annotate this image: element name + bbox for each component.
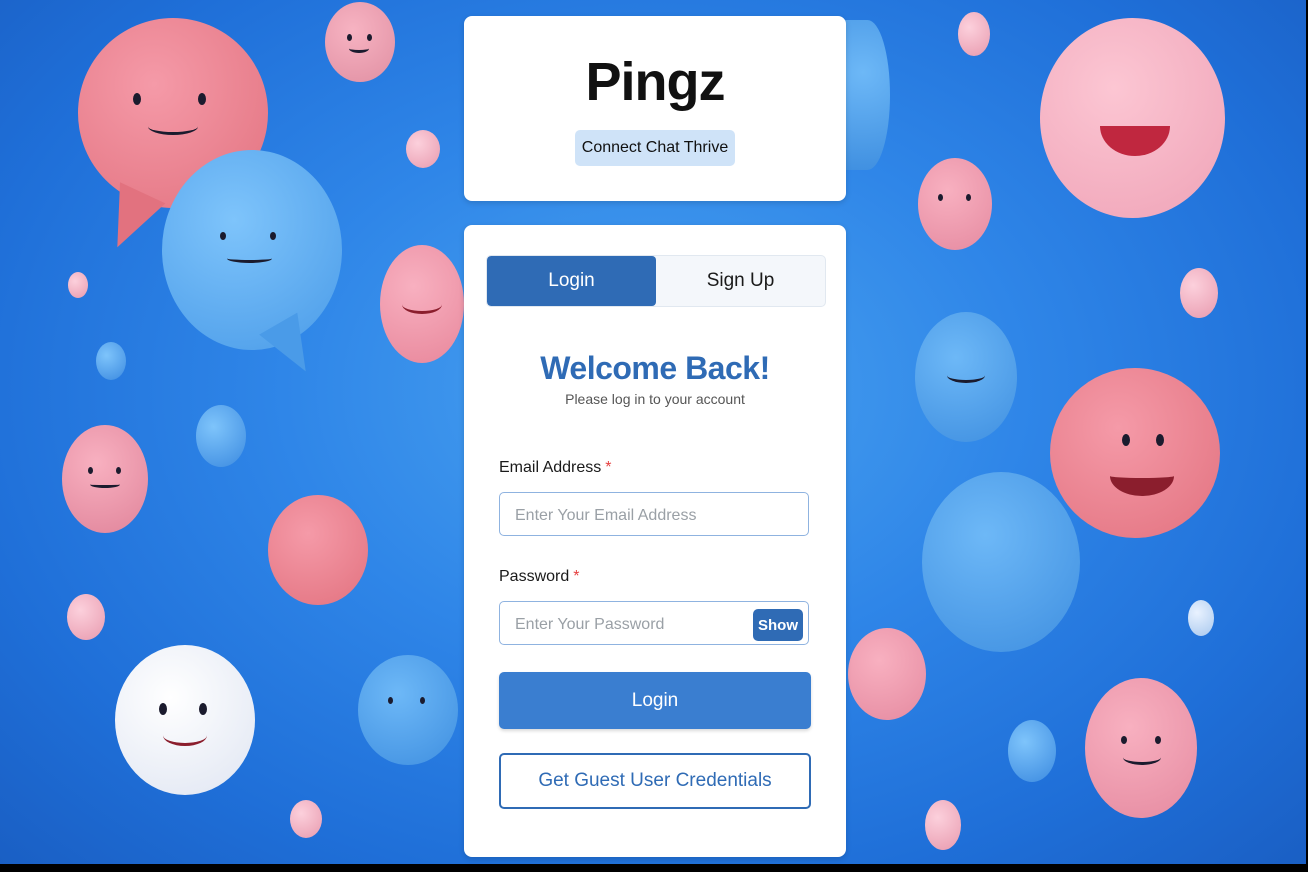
required-marker: * — [573, 568, 580, 585]
decorative-dot — [406, 130, 440, 168]
show-password-button[interactable]: Show — [753, 609, 803, 641]
decorative-dot — [290, 800, 322, 838]
blue-chat-bubble-icon — [162, 150, 342, 350]
pink-emoji-face-icon — [848, 628, 926, 720]
blue-chat-bubble-icon — [358, 655, 458, 765]
tab-sign-up[interactable]: Sign Up — [656, 256, 825, 306]
pink-emoji-face-icon — [62, 425, 148, 533]
email-label-text: Email Address — [499, 459, 602, 476]
pink-chat-bubble-icon — [268, 495, 368, 605]
pink-emoji-face-icon — [918, 158, 992, 250]
tagline-badge: Connect Chat Thrive — [574, 130, 736, 166]
blue-chat-bubble-icon — [845, 20, 890, 170]
decorative-dot — [1008, 720, 1056, 782]
pink-emoji-face-icon — [1085, 678, 1197, 818]
pink-chat-bubble-icon — [325, 2, 395, 82]
login-submit-button[interactable]: Login — [499, 672, 811, 729]
pink-chat-bubble-icon — [1040, 18, 1225, 218]
blue-chat-bubble-icon — [915, 312, 1017, 442]
decorative-dot — [67, 594, 105, 640]
email-input[interactable] — [513, 504, 757, 528]
welcome-subheading: Please log in to your account — [565, 391, 745, 407]
decorative-dot — [68, 272, 88, 298]
auth-tabs: Login Sign Up — [486, 255, 826, 307]
branding-card: Pingz Connect Chat Thrive — [464, 16, 846, 201]
decorative-dot — [925, 800, 961, 850]
guest-credentials-button[interactable]: Get Guest User Credentials — [499, 753, 811, 809]
app-title: Pingz — [585, 52, 726, 112]
blue-chat-bubble-icon — [922, 472, 1080, 652]
required-marker: * — [605, 459, 612, 476]
pink-chat-bubble-icon — [1050, 368, 1220, 538]
pink-emoji-face-icon — [380, 245, 464, 363]
decorative-dot — [196, 405, 246, 467]
white-chat-bubble-icon — [115, 645, 255, 795]
decorative-dot — [1188, 600, 1214, 636]
welcome-heading: Welcome Back! — [540, 350, 770, 386]
email-field-wrapper — [499, 492, 809, 536]
decorative-dot — [958, 12, 990, 56]
decorative-dot — [1180, 268, 1218, 318]
decorative-dot — [96, 342, 126, 380]
tab-login[interactable]: Login — [487, 256, 656, 306]
password-field-wrapper: Show — [499, 601, 809, 645]
password-label-text: Password — [499, 568, 570, 585]
email-label: Email Address * — [499, 459, 612, 477]
password-input[interactable] — [513, 613, 757, 637]
password-label: Password * — [499, 568, 579, 586]
auth-card: Login Sign Up Welcome Back! Please log i… — [464, 225, 846, 857]
